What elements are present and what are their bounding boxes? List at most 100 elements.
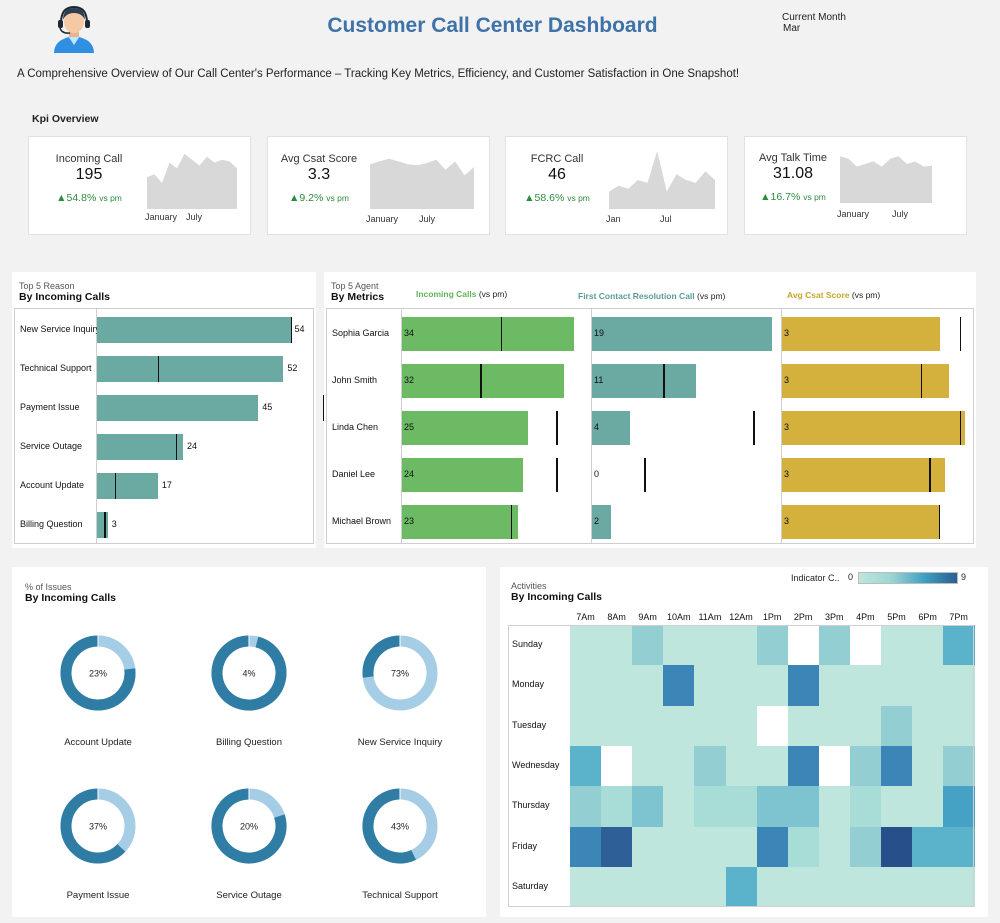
agent-value: 23 — [404, 515, 415, 526]
heatmap-col-label: 6Pm — [918, 612, 937, 622]
agent-bar-incoming[interactable] — [402, 363, 564, 398]
reason-bar[interactable] — [97, 511, 108, 538]
reason-bar[interactable] — [97, 472, 158, 499]
legend-max: 9 — [961, 572, 967, 582]
agent-col-header-incoming: Incoming Calls (vs pm) — [416, 289, 508, 299]
kpi-change: ▲58.6% vs pm — [524, 192, 590, 204]
agent-bar-fcr[interactable] — [592, 316, 772, 351]
agent-value: 2 — [594, 515, 600, 526]
heatmap-col-label: 10Am — [667, 612, 691, 622]
agent-pm-marker — [644, 457, 646, 492]
kpi-value: 46 — [548, 166, 566, 183]
kpi-sparkline — [370, 158, 474, 209]
agent-value: 3 — [784, 515, 790, 526]
agent-bar-csat[interactable] — [782, 316, 940, 351]
donut-label: Technical Support — [362, 890, 438, 901]
agent-value: 32 — [404, 374, 415, 385]
reason-label: New Service Inquiry — [20, 323, 101, 334]
top-agent-panel: Top 5 Agent By Metrics Incoming Calls (v… — [324, 272, 976, 548]
kpi-axis-start: January — [145, 212, 178, 222]
heatmap-col-label: 9Am — [638, 612, 657, 622]
agent-value: 19 — [594, 327, 605, 338]
agent-pm-marker — [959, 410, 962, 445]
donut-percent: 20% — [240, 822, 258, 832]
kpi-axis-start: January — [837, 209, 870, 219]
donut[interactable]: 23% — [56, 631, 140, 715]
agent-value: 3 — [784, 421, 790, 432]
agent-pm-marker — [959, 316, 962, 351]
section-small-title: Top 5 Reason — [19, 281, 75, 291]
kpi-change: ▲16.7% vs pm — [760, 191, 826, 203]
agent-bar-csat[interactable] — [782, 504, 939, 539]
agent-bar-incoming[interactable] — [402, 504, 519, 539]
agent-bar-fcr[interactable] — [592, 363, 697, 398]
agent-pm-marker — [753, 410, 755, 445]
kpi-label: FCRC Call — [530, 153, 584, 165]
kpi-sparkline — [840, 156, 932, 203]
kpi-card-incoming-call: Incoming Call 195 ▲54.8% vs pm January J… — [28, 136, 251, 235]
agent-bar-csat[interactable] — [782, 457, 946, 492]
agent-pm-marker — [556, 457, 558, 492]
agent-bar-csat[interactable] — [782, 363, 950, 398]
agent-bar-incoming[interactable] — [402, 316, 574, 351]
agent-pm-marker — [556, 410, 558, 445]
donut[interactable]: 43% — [358, 784, 442, 868]
agent-name: John Smith — [332, 374, 378, 385]
agent-col-header-fcr: First Contact Resolution Call (vs pm) — [578, 291, 726, 301]
agent-name: Michael Brown — [332, 515, 392, 526]
donut-label: Billing Question — [215, 737, 282, 748]
agent-value: 34 — [404, 327, 415, 338]
kpi-card-avg-csat: Avg Csat Score 3.3 ▲9.2% vs pm January J… — [267, 136, 490, 235]
heatmap-col-label: 7Am — [576, 612, 595, 622]
agent-col-header-csat: Avg Csat Score (vs pm) — [787, 290, 881, 300]
heatmap-col-label: 2Pm — [793, 612, 813, 622]
reason-label: Billing Question — [20, 518, 83, 529]
agent-name: Daniel Lee — [332, 468, 376, 479]
agent-pm-marker — [929, 457, 931, 492]
heatmap-col-label: 1Pm — [762, 612, 782, 622]
kpi-value: 3.3 — [307, 166, 331, 183]
section-small-title: % of Issues — [25, 582, 72, 592]
section-title: By Incoming Calls — [19, 291, 111, 303]
call-center-agent-icon — [54, 5, 94, 53]
kpi-value: 195 — [75, 166, 103, 183]
agent-value: 3 — [784, 327, 790, 338]
donut-percent: 73% — [391, 669, 409, 679]
kpi-label: Incoming Call — [55, 153, 123, 165]
reason-label: Account Update — [20, 479, 85, 490]
page-subtitle: A Comprehensive Overview of Our Call Cen… — [17, 68, 740, 80]
current-month-label: Current Month — [782, 12, 846, 23]
agent-pm-marker — [920, 363, 923, 398]
agent-bar-csat[interactable] — [782, 410, 965, 445]
kpi-change: ▲9.2% vs pm — [289, 192, 349, 204]
agent-bar-incoming[interactable] — [402, 410, 529, 445]
reason-bar[interactable] — [97, 433, 183, 460]
sparkline-area — [370, 158, 474, 209]
donut[interactable]: 4% — [207, 631, 291, 715]
section-title: By Metrics — [331, 291, 385, 303]
reason-bar[interactable] — [97, 394, 259, 421]
reason-bar[interactable] — [97, 316, 291, 343]
donut[interactable]: 73% — [358, 631, 442, 715]
donut-percent: 43% — [391, 822, 409, 832]
kpi-axis-mid: July — [892, 209, 909, 219]
heatmap-col-label: 11Am — [698, 612, 722, 622]
agent-value: 4 — [594, 421, 600, 432]
sparkline-area — [609, 151, 715, 209]
sparkline-area — [840, 156, 932, 203]
kpi-axis-start: January — [366, 214, 399, 224]
reason-axis-line — [96, 308, 97, 544]
reason-pm-marker — [114, 472, 117, 499]
donut[interactable]: 37% — [56, 784, 140, 868]
reason-value: 54 — [294, 323, 305, 334]
reason-pm-marker — [290, 316, 292, 343]
legend-color-scale — [858, 572, 958, 584]
reason-label: Technical Support — [20, 362, 92, 373]
reason-bar[interactable] — [97, 355, 284, 382]
agent-bar-incoming[interactable] — [402, 457, 524, 492]
page-title: Customer Call Center Dashboard — [327, 14, 658, 37]
current-month-value[interactable]: Mar — [783, 23, 800, 34]
agent-value: 3 — [784, 468, 790, 479]
donut-label: Service Outage — [216, 890, 282, 901]
donut[interactable]: 20% — [207, 784, 291, 868]
